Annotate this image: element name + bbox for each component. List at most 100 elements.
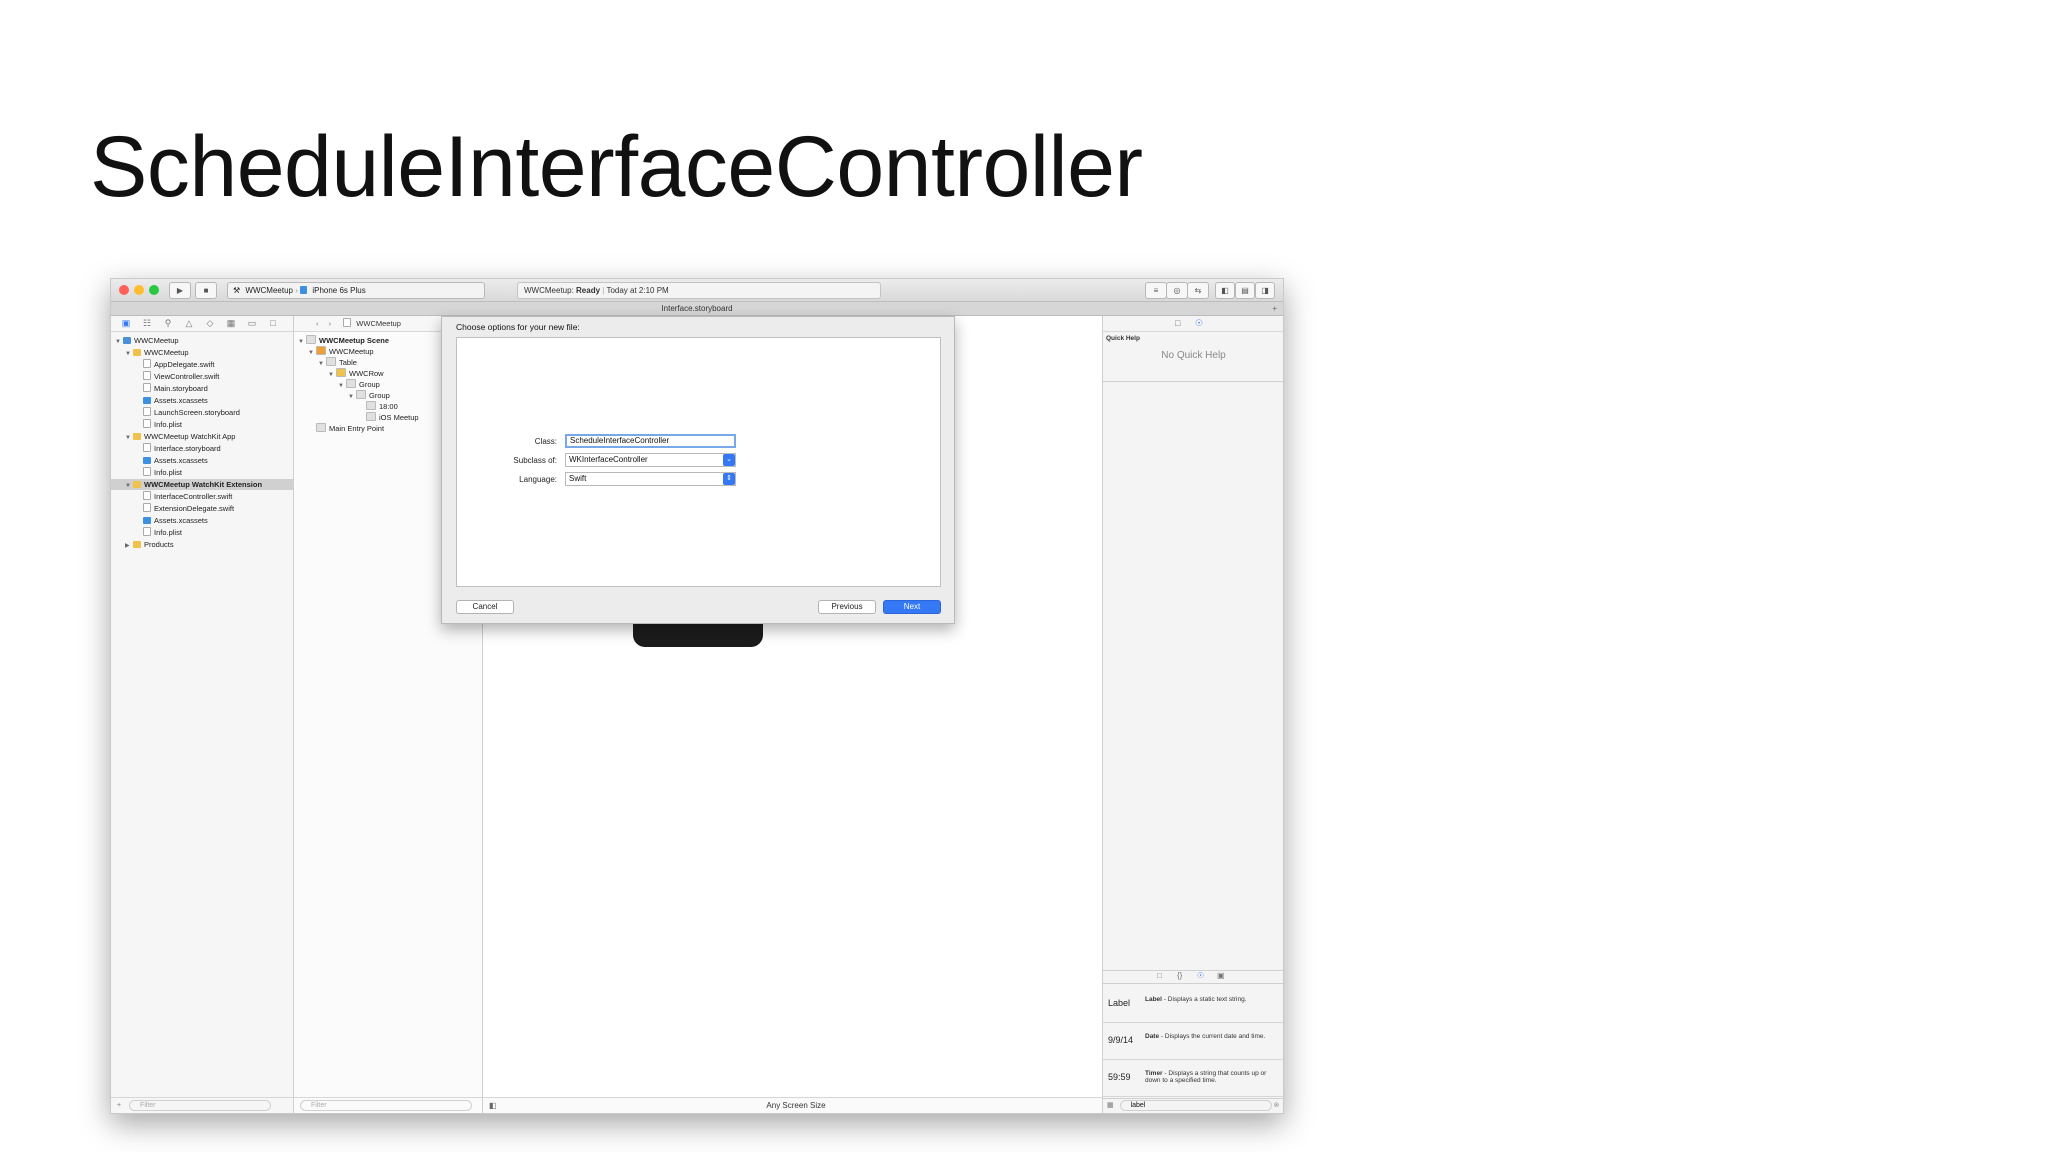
outline-item-label: Main Entry Point <box>329 424 385 433</box>
grid-view-icon[interactable]: ▦ <box>1107 1102 1114 1109</box>
navigator-item[interactable]: ▼ WWCMeetup <box>111 347 293 358</box>
chevron-down-icon: ⌄ <box>723 454 735 466</box>
navigator-item[interactable]: Info.plist <box>111 467 293 478</box>
navigator-item[interactable]: Main.storyboard <box>111 383 293 394</box>
navigator-item-label: AppDelegate.swift <box>154 360 215 369</box>
hierarchy-icon[interactable]: ☷ <box>140 318 154 329</box>
object-icon <box>326 357 336 366</box>
language-select[interactable]: Swift ⇕ <box>565 472 736 486</box>
navigator-item[interactable]: LaunchScreen.storyboard <box>111 407 293 418</box>
stop-button[interactable]: ■ <box>195 282 217 299</box>
navigator-item[interactable]: ExtensionDelegate.swift <box>111 503 293 514</box>
editor-tab[interactable]: Interface.storyboard + <box>111 302 1283 316</box>
object-icon <box>316 346 326 355</box>
standard-editor-button[interactable]: ≡ <box>1145 282 1167 299</box>
code-snippet-icon[interactable]: {} <box>1177 971 1182 980</box>
library-search-input[interactable]: label <box>1119 1100 1272 1111</box>
tab-title: Interface.storyboard <box>661 304 733 313</box>
debug-icon[interactable]: ▦ <box>224 318 238 329</box>
library-item-description: - Displays the current date and time. <box>1160 1033 1266 1040</box>
no-quick-help-text: No Quick Help <box>1161 350 1226 361</box>
navigator-item[interactable]: Info.plist <box>111 419 293 430</box>
outline-filter-input[interactable]: Filter <box>300 1100 472 1111</box>
right-panel-icon: ◨ <box>1261 286 1269 295</box>
run-button[interactable]: ▶ <box>169 282 191 299</box>
file-inspector-icon[interactable]: □ <box>1175 318 1180 328</box>
navigator-item[interactable]: ▶ Products <box>111 539 293 550</box>
library-item[interactable]: Label Label - Displays a static text stri… <box>1103 986 1283 1023</box>
navigator-item[interactable]: Assets.xcassets <box>111 395 293 406</box>
file-template-icon[interactable]: □ <box>1157 971 1162 980</box>
navigator-item-label: WWCMeetup WatchKit Extension <box>144 480 263 489</box>
left-panel-icon: ◧ <box>1221 286 1229 295</box>
language-label: Language: <box>519 475 557 484</box>
close-window-button[interactable] <box>119 285 129 295</box>
class-input[interactable]: ScheduleInterfaceController <box>565 434 736 448</box>
jump-bar-item[interactable]: WWCMeetup <box>356 319 401 328</box>
library-item-description: - Displays a static text string. <box>1163 996 1247 1003</box>
folder-icon[interactable]: ▣ <box>119 318 133 329</box>
library-item[interactable]: 59:59 Timer - Displays a string that coun… <box>1103 1060 1283 1097</box>
navigator-selector-bar: ▣ ☷ ⚲ △ ◇ ▦ ▭ □ <box>111 316 293 332</box>
navigator-item-label: Assets.xcassets <box>154 456 208 465</box>
navigator-filter-input[interactable]: Filter <box>129 1100 272 1111</box>
navigator-item[interactable]: ViewController.swift <box>111 371 293 382</box>
disclosure-triangle-icon[interactable]: ▶ <box>125 541 133 552</box>
navigator-item-label: WWCMeetup <box>144 348 189 357</box>
navigator-item[interactable]: AppDelegate.swift <box>111 359 293 370</box>
toggle-navigator-button[interactable]: ◧ <box>1215 282 1235 299</box>
navigator-item[interactable]: ▼ WWCMeetup <box>111 335 293 346</box>
object-icon <box>346 379 356 388</box>
folder-icon <box>133 541 141 548</box>
canvas-bottom-bar: ◧ Any Screen Size <box>483 1097 1109 1113</box>
toggle-inspector-button[interactable]: ◨ <box>1255 282 1275 299</box>
navigator-item-label: Info.plist <box>154 420 182 429</box>
version-editor-button[interactable]: ⇆ <box>1187 282 1209 299</box>
navigator-item[interactable]: Interface.storyboard <box>111 443 293 454</box>
breakpoint-icon[interactable]: ▭ <box>245 318 259 329</box>
outline-filter-bar: Filter <box>294 1097 482 1113</box>
navigator-item[interactable]: Info.plist <box>111 527 293 538</box>
add-tab-icon[interactable]: + <box>1272 302 1277 315</box>
navigator-item[interactable]: Assets.xcassets <box>111 515 293 526</box>
object-library-icon[interactable]: ☉ <box>1197 971 1204 980</box>
size-class-label[interactable]: Any Screen Size <box>766 1101 825 1110</box>
navigator-item-label: LaunchScreen.storyboard <box>154 408 240 417</box>
cancel-button[interactable]: Cancel <box>456 600 514 614</box>
navigator-item[interactable]: ▼ WWCMeetup WatchKit Extension <box>111 479 293 490</box>
xcode-window: ▶ ■ ⚒ WWCMeetup › iPhone 6s Plus WWCMeet… <box>110 278 1284 1114</box>
search-icon[interactable]: ⚲ <box>161 318 175 329</box>
navigator-filter-bar: + Filter <box>111 1097 293 1113</box>
quick-help-icon[interactable]: ☉ <box>1195 318 1203 329</box>
toggle-debug-button[interactable]: ▤ <box>1235 282 1255 299</box>
zoom-window-button[interactable] <box>149 285 159 295</box>
scheme-selector[interactable]: ⚒ WWCMeetup › iPhone 6s Plus <box>227 282 485 299</box>
object-icon <box>366 412 376 421</box>
outline-toggle-icon[interactable]: ◧ <box>489 1098 497 1113</box>
navigator-item[interactable]: InterfaceController.swift <box>111 491 293 502</box>
navigator-item-label: Interface.storyboard <box>154 444 221 453</box>
minimize-window-button[interactable] <box>134 285 144 295</box>
subclass-select[interactable]: WKInterfaceController ⌄ <box>565 453 736 467</box>
clear-search-icon[interactable]: ⊗ <box>1274 1102 1280 1109</box>
navigator-item[interactable]: Assets.xcassets <box>111 455 293 466</box>
forward-icon[interactable]: › <box>329 319 332 328</box>
test-icon[interactable]: ◇ <box>203 318 217 329</box>
library-item-preview: Label <box>1108 998 1131 1008</box>
assistant-editor-button[interactable]: ◎ <box>1166 282 1188 299</box>
next-button[interactable]: Next <box>883 600 941 614</box>
navigator-item[interactable]: ▼ WWCMeetup WatchKit App <box>111 431 293 442</box>
library-filter-bar: ▦ label ⊗ <box>1103 1098 1283 1113</box>
media-library-icon[interactable]: ▣ <box>1217 971 1225 980</box>
navigator-item-label: Products <box>144 540 174 549</box>
library-item[interactable]: 9/9/14 Date - Displays the current date a… <box>1103 1023 1283 1060</box>
asset-catalog-icon <box>143 397 151 404</box>
report-icon[interactable]: □ <box>266 318 280 328</box>
file-icon <box>143 527 151 536</box>
warning-icon[interactable]: △ <box>182 318 196 329</box>
previous-button[interactable]: Previous <box>818 600 876 614</box>
scheme-name: WWCMeetup <box>245 286 293 295</box>
add-icon[interactable]: + <box>117 1102 121 1109</box>
jump-bar[interactable]: ‹ › WWCMeetup <box>294 316 446 332</box>
back-icon[interactable]: ‹ <box>316 319 319 328</box>
